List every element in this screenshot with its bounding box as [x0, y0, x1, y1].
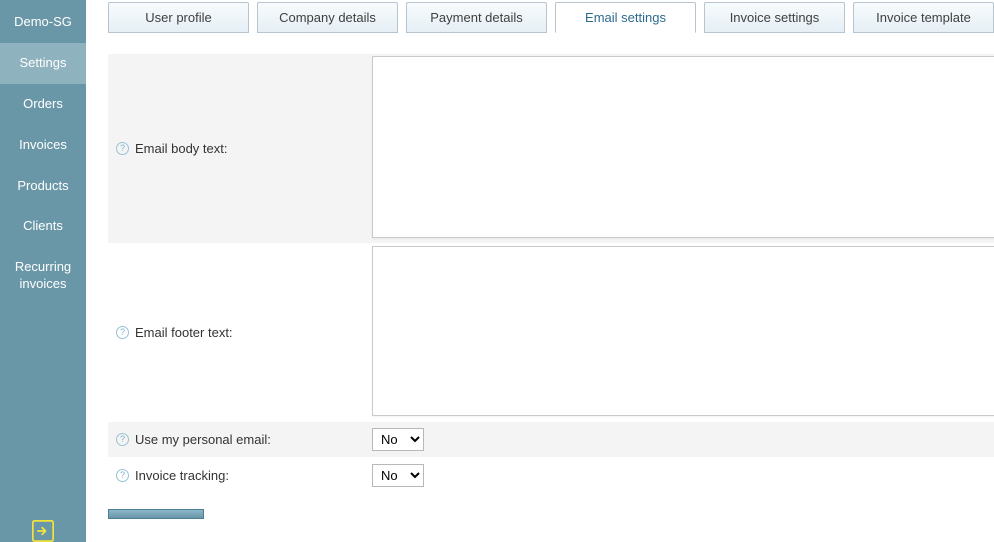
tab-invoice-template[interactable]: Invoice template	[853, 2, 994, 33]
row-email-body: ? Email body text:	[108, 53, 994, 243]
sidebar-item-settings[interactable]: Settings	[0, 43, 86, 84]
tab-invoice-settings[interactable]: Invoice settings	[704, 2, 845, 33]
help-icon[interactable]: ?	[116, 326, 129, 339]
help-icon[interactable]: ?	[116, 142, 129, 155]
sidebar-item-invoices[interactable]: Invoices	[0, 125, 86, 166]
tab-email-settings[interactable]: Email settings	[555, 2, 696, 33]
tab-payment-details[interactable]: Payment details	[406, 2, 547, 33]
row-personal-email: ? Use my personal email: NoYes	[108, 421, 994, 457]
save-button[interactable]	[108, 509, 204, 519]
sidebar-item-orders[interactable]: Orders	[0, 84, 86, 125]
tab-company-details[interactable]: Company details	[257, 2, 398, 33]
main-panel: User profile Company details Payment det…	[86, 0, 994, 542]
help-icon[interactable]: ?	[116, 469, 129, 482]
footer-actions	[108, 509, 994, 519]
select-personal-email[interactable]: NoYes	[372, 428, 424, 451]
settings-form: ? Email body text: ? Email footer text:	[108, 33, 994, 519]
sidebar: Demo-SG Settings Orders Invoices Product…	[0, 0, 86, 542]
label-email-body: Email body text:	[135, 141, 228, 156]
tabs-bar: User profile Company details Payment det…	[108, 0, 994, 33]
tab-user-profile[interactable]: User profile	[108, 2, 249, 33]
export-icon[interactable]	[0, 520, 86, 542]
sidebar-item-products[interactable]: Products	[0, 166, 86, 207]
label-personal-email: Use my personal email:	[135, 432, 271, 447]
label-email-footer: Email footer text:	[135, 325, 233, 340]
input-email-footer[interactable]	[372, 246, 994, 416]
row-invoice-tracking: ? Invoice tracking: NoYes	[108, 457, 994, 493]
label-invoice-tracking: Invoice tracking:	[135, 468, 229, 483]
sidebar-item-demo-sg[interactable]: Demo-SG	[0, 2, 86, 43]
help-icon[interactable]: ?	[116, 433, 129, 446]
sidebar-item-clients[interactable]: Clients	[0, 206, 86, 247]
row-email-footer: ? Email footer text:	[108, 243, 994, 421]
sidebar-item-recurring-invoices[interactable]: Recurring invoices	[0, 247, 86, 305]
input-email-body[interactable]	[372, 56, 994, 238]
select-invoice-tracking[interactable]: NoYes	[372, 464, 424, 487]
